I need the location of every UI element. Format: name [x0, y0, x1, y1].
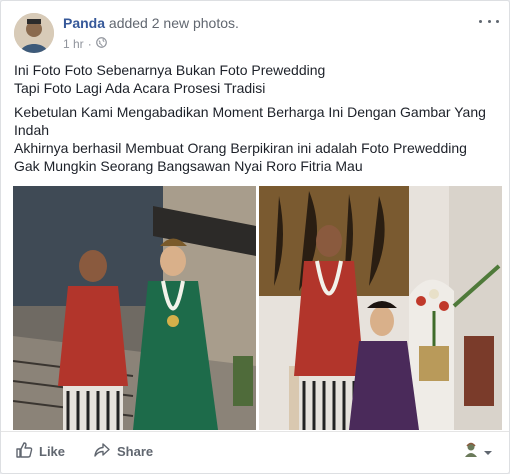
photo-grid — [13, 186, 502, 430]
author-name[interactable]: Panda — [63, 15, 105, 31]
post-paragraph: Ini Foto Foto Sebenarnya Bukan Foto Prew… — [14, 62, 326, 78]
author-avatar[interactable] — [14, 13, 54, 53]
post-timestamp[interactable]: 1 hr — [63, 37, 84, 51]
post-paragraph: Gak Mungkin Seorang Bangsawan Nyai Roro … — [14, 158, 363, 174]
meta-separator: · — [87, 37, 92, 51]
share-label: Share — [117, 444, 154, 459]
post-text: Ini Foto Foto Sebenarnya Bukan Foto Prew… — [14, 61, 500, 175]
post-paragraph: Tapi Foto Lagi Ada Acara Prosesi Tradisi — [14, 80, 266, 96]
post-action-text: added 2 new photos. — [108, 15, 239, 31]
post-paragraph: Kebetulan Kami Mengabadikan Moment Berha… — [14, 104, 486, 138]
more-options-icon[interactable] — [479, 15, 499, 27]
like-label: Like — [39, 444, 66, 459]
post-header: Panda added 2 new photos. — [63, 15, 239, 31]
photo-1[interactable] — [13, 186, 256, 430]
post-card: Panda added 2 new photos. 1 hr · Ini Fot… — [0, 0, 510, 474]
thumbs-up-icon — [15, 441, 33, 462]
post-paragraph: Akhirnya berhasil Membuat Orang Berpikir… — [14, 140, 467, 156]
post-meta: 1 hr · — [63, 37, 107, 51]
avatar-reaction-icon — [463, 442, 479, 463]
post-actions-bar: Like Share — [1, 431, 509, 472]
share-arrow-icon — [93, 441, 111, 462]
photo-2[interactable] — [259, 186, 502, 430]
share-button[interactable]: Share — [93, 441, 153, 462]
like-button[interactable]: Like — [15, 441, 65, 462]
chevron-down-icon — [483, 444, 493, 462]
reaction-selector[interactable] — [463, 442, 493, 463]
globe-icon[interactable] — [95, 37, 107, 51]
